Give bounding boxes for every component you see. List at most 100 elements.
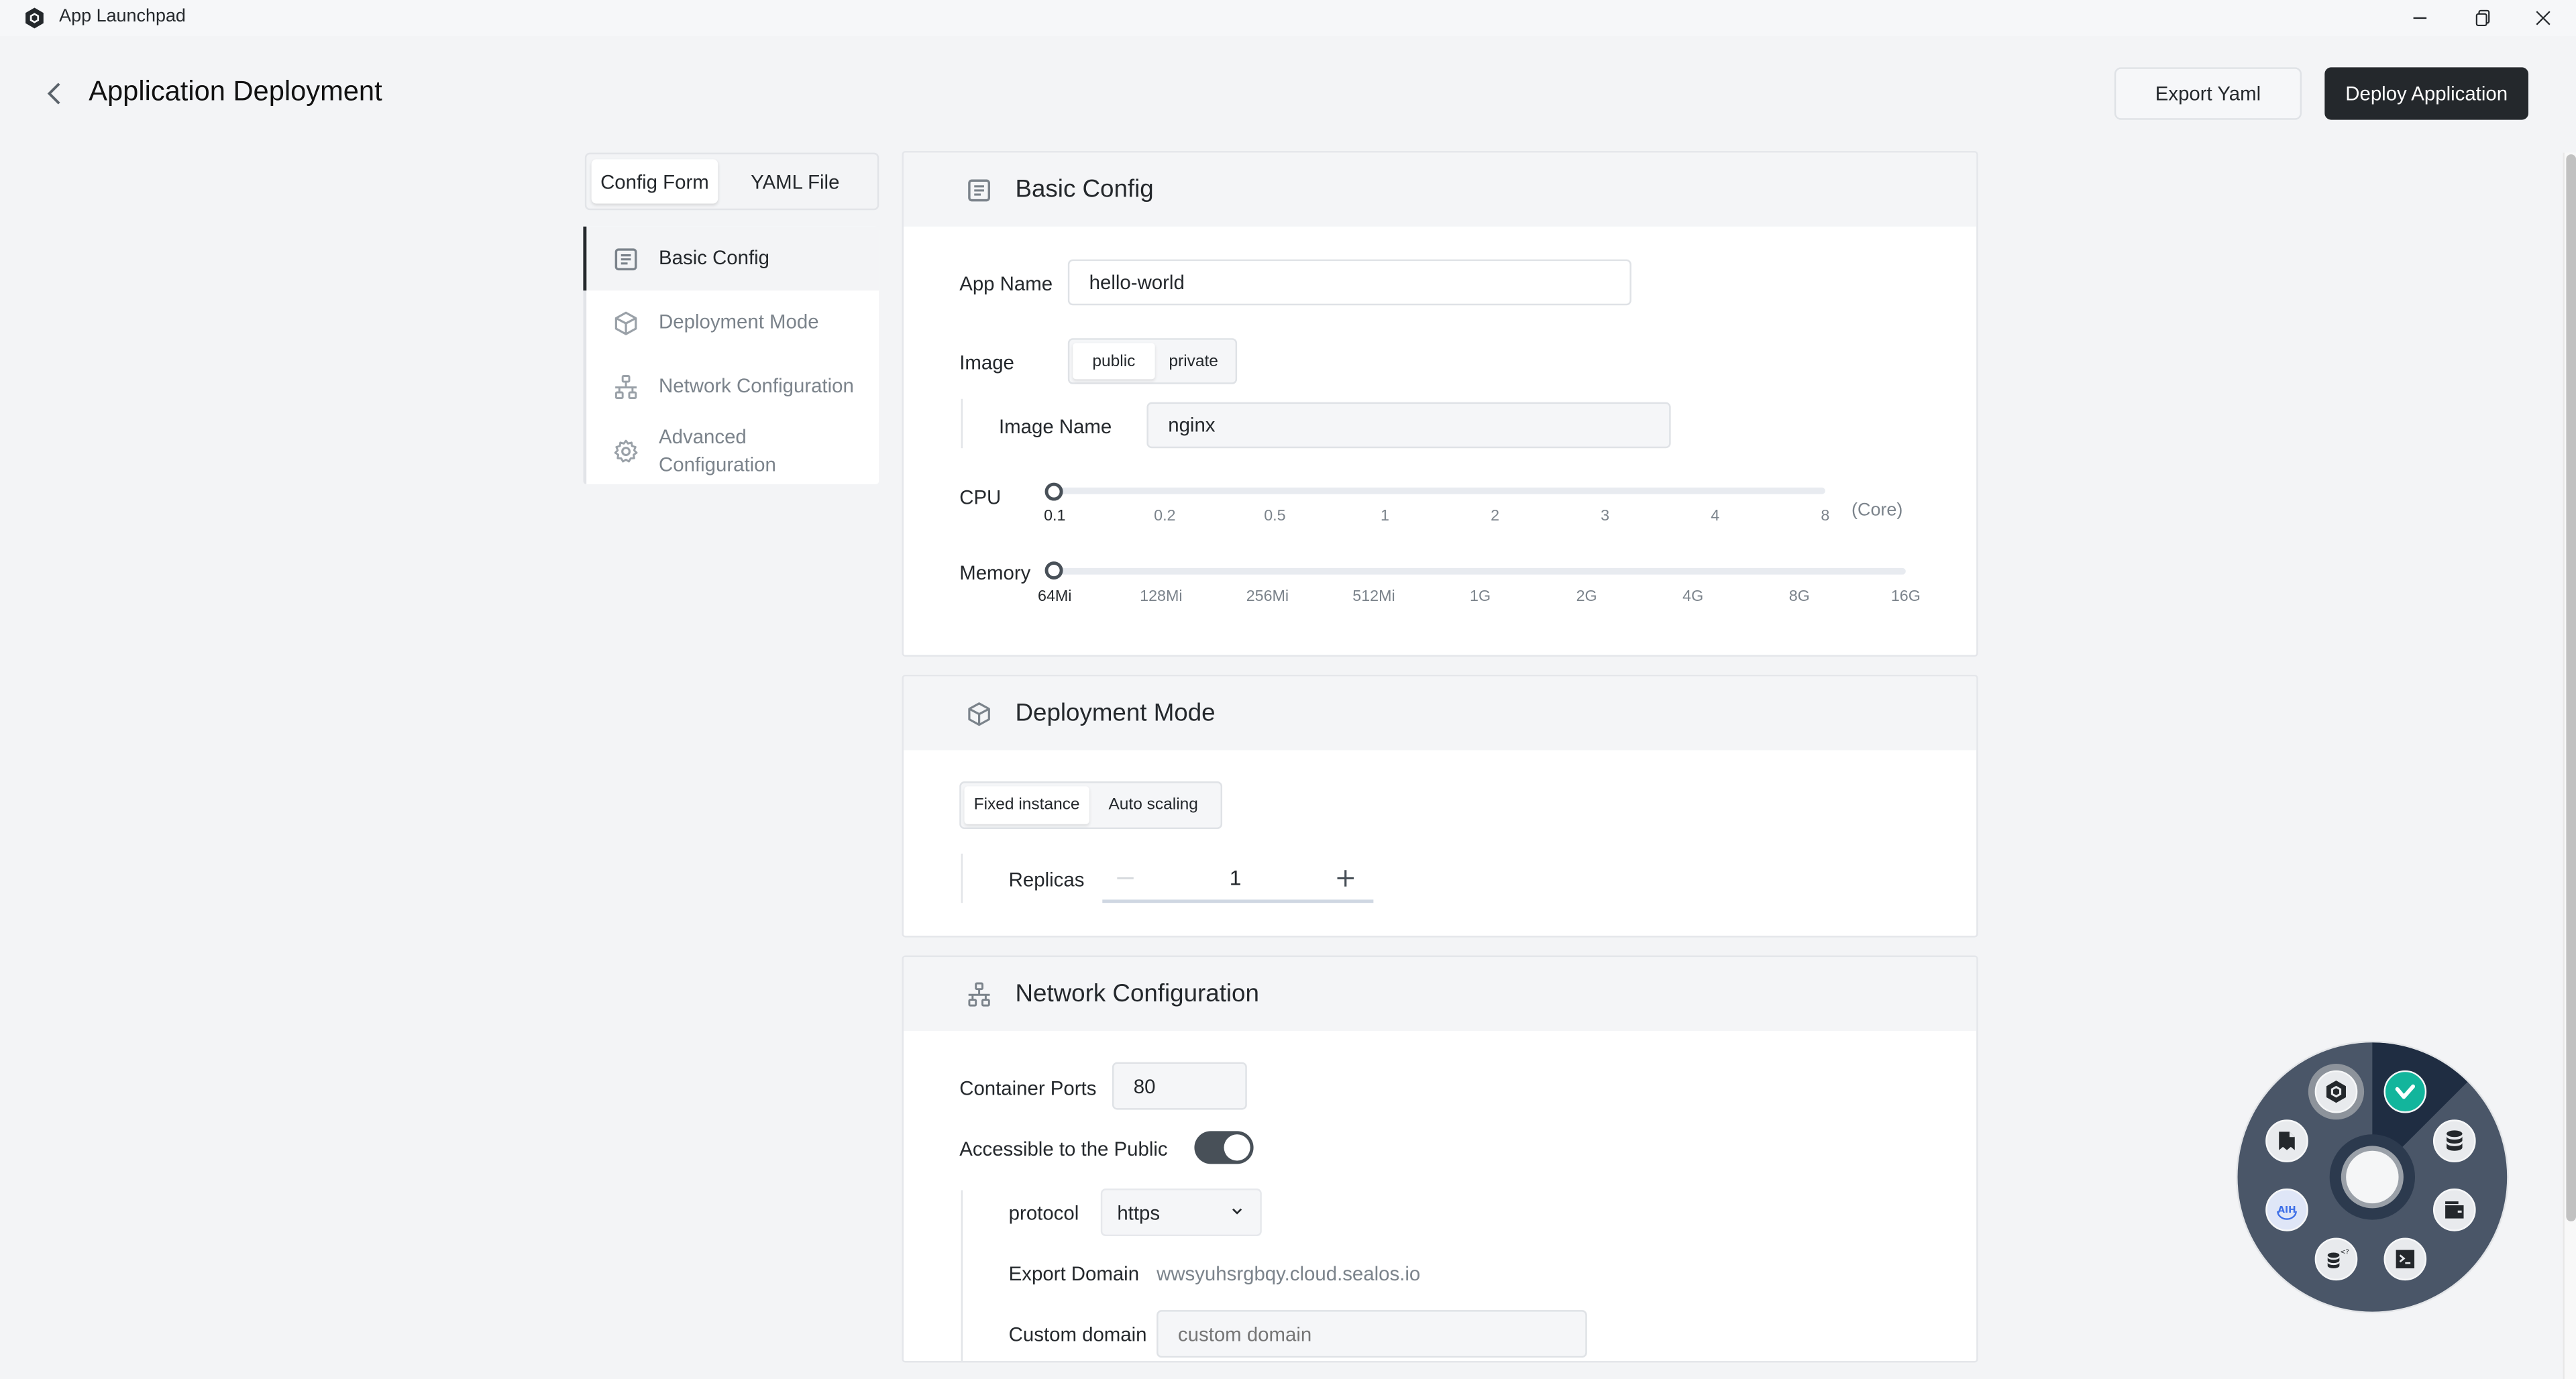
svg-text:<?: <? xyxy=(2340,1248,2349,1256)
replicas-input[interactable] xyxy=(1161,859,1309,895)
launcher-app-db-query[interactable]: <? xyxy=(2314,1237,2358,1281)
app-launchpad-logo-icon xyxy=(25,7,44,29)
increment-button[interactable] xyxy=(1326,859,1365,898)
container-ports-label: Container Ports xyxy=(959,1077,1097,1100)
page-title: Application Deployment xyxy=(89,75,382,107)
deploy-application-button[interactable]: Deploy Application xyxy=(2324,67,2529,120)
replicas-label: Replicas xyxy=(1008,868,1085,892)
app-name-input[interactable]: hello-world xyxy=(1067,259,1631,306)
nav-item-deployment-mode[interactable]: Deployment Mode xyxy=(586,290,879,354)
auto-scaling-option[interactable]: Auto scaling xyxy=(1089,786,1218,824)
nav-item-advanced-configuration[interactable]: Advanced Configuration xyxy=(586,419,879,484)
memory-tick[interactable]: 1G xyxy=(1470,588,1491,606)
hexagon-gem-icon xyxy=(2326,1081,2346,1103)
memory-tick[interactable]: 256Mi xyxy=(1246,588,1289,606)
section-title: Network Configuration xyxy=(1015,980,1259,1008)
wallet-icon xyxy=(2445,1201,2464,1219)
custom-domain-input[interactable] xyxy=(1157,1310,1587,1358)
indent-line xyxy=(961,398,963,449)
cpu-unit: (Core) xyxy=(1851,500,1903,520)
memory-tick[interactable]: 2G xyxy=(1576,588,1597,606)
database-code-icon: <? xyxy=(2327,1248,2349,1269)
tab-config-form[interactable]: Config Form xyxy=(591,159,718,204)
cpu-tick[interactable]: 0.1 xyxy=(1044,507,1065,525)
document-icon xyxy=(614,247,637,270)
memory-tick[interactable]: 128Mi xyxy=(1140,588,1182,606)
export-yaml-button[interactable]: Export Yaml xyxy=(2114,67,2302,120)
decrement-button[interactable] xyxy=(1106,859,1145,898)
restore-button[interactable] xyxy=(2453,3,2512,33)
launcher-app-wallet[interactable] xyxy=(2432,1189,2476,1231)
memory-slider-track[interactable] xyxy=(1048,567,1906,575)
cpu-tick[interactable]: 1 xyxy=(1381,507,1389,525)
container-ports-input[interactable]: 80 xyxy=(1112,1062,1247,1110)
nav-label: Network Configuration xyxy=(659,374,854,398)
memory-label: Memory xyxy=(959,561,1031,585)
network-icon xyxy=(968,981,990,1006)
back-button[interactable] xyxy=(40,77,69,110)
export-domain-label: Export Domain xyxy=(1008,1262,1140,1286)
chevron-left-icon xyxy=(47,82,60,105)
close-button[interactable] xyxy=(2514,3,2573,33)
container-ports-value: 80 xyxy=(1133,1074,1156,1098)
cpu-slider-thumb[interactable] xyxy=(1044,482,1063,501)
image-public-option[interactable]: public xyxy=(1073,343,1155,380)
memory-tick[interactable]: 64Mi xyxy=(1038,588,1071,606)
launcher-app-docs[interactable] xyxy=(2265,1119,2308,1162)
nav-item-basic-config[interactable]: Basic Config xyxy=(583,226,879,291)
memory-tick[interactable]: 16G xyxy=(1891,588,1921,606)
cpu-tick[interactable]: 2 xyxy=(1491,507,1499,525)
form-mode-tabs: Config Form YAML File xyxy=(584,152,879,211)
replicas-stepper xyxy=(1102,852,1374,903)
app-name-value: hello-world xyxy=(1089,270,1185,294)
memory-slider-thumb[interactable] xyxy=(1044,561,1063,580)
window-title: App Launchpad xyxy=(59,6,186,27)
minimize-button[interactable] xyxy=(2390,3,2449,33)
memory-tick[interactable]: 4G xyxy=(1682,588,1703,606)
section-title: Basic Config xyxy=(1015,175,1154,204)
page-scrollbar[interactable] xyxy=(2563,152,2576,1379)
cpu-tick[interactable]: 0.5 xyxy=(1264,507,1285,525)
image-type-toggle: public private xyxy=(1067,338,1238,384)
launcher-app-launchpad[interactable] xyxy=(2314,1070,2358,1113)
launcher-app-terminal[interactable] xyxy=(2383,1237,2427,1281)
indent-line xyxy=(961,1190,963,1362)
cpu-tick[interactable]: 8 xyxy=(1821,507,1829,525)
launcher-app-teal[interactable] xyxy=(2383,1070,2427,1113)
scrollbar-thumb[interactable] xyxy=(2566,154,2576,1222)
public-access-label: Accessible to the Public xyxy=(959,1138,1168,1161)
cpu-label: CPU xyxy=(959,486,1002,509)
basic-config-card: Basic Config App Name hello-world Image … xyxy=(902,151,1978,657)
protocol-label: protocol xyxy=(1008,1201,1079,1225)
nav-label: Deployment Mode xyxy=(659,310,819,333)
floating-app-launcher: <? AIH xyxy=(2237,1042,2508,1312)
cpu-tick[interactable]: 4 xyxy=(1711,507,1719,525)
image-name-input[interactable]: nginx xyxy=(1146,402,1671,449)
database-icon xyxy=(2447,1130,2463,1151)
svg-text:AIH: AIH xyxy=(2277,1205,2296,1215)
network-icon xyxy=(614,374,637,398)
nav-item-network-configuration[interactable]: Network Configuration xyxy=(586,355,879,419)
tab-yaml-file[interactable]: YAML File xyxy=(718,159,872,203)
launcher-home-button[interactable] xyxy=(2346,1150,2399,1204)
section-nav: Basic Config Deployment Mode Network Con… xyxy=(583,226,879,485)
cpu-slider-track[interactable] xyxy=(1048,487,1825,494)
protocol-value: https xyxy=(1117,1201,1161,1224)
minus-icon xyxy=(1117,877,1134,880)
custom-domain-label: Custom domain xyxy=(1008,1323,1147,1347)
plus-icon xyxy=(1337,870,1354,887)
section-title: Deployment Mode xyxy=(1015,699,1216,728)
public-access-toggle[interactable] xyxy=(1194,1131,1254,1164)
nav-label: Basic Config xyxy=(659,246,770,270)
launcher-app-database[interactable] xyxy=(2432,1119,2476,1162)
launcher-app-aiha[interactable]: AIH xyxy=(2265,1189,2308,1231)
fixed-instance-option[interactable]: Fixed instance xyxy=(964,786,1089,824)
cpu-tick[interactable]: 0.2 xyxy=(1154,507,1175,525)
memory-tick[interactable]: 512Mi xyxy=(1352,588,1395,606)
cpu-tick[interactable]: 3 xyxy=(1601,507,1609,525)
protocol-select[interactable]: https xyxy=(1100,1189,1262,1237)
restore-icon xyxy=(2475,9,2490,27)
teal-v-icon xyxy=(2395,1084,2416,1099)
memory-tick[interactable]: 8G xyxy=(1789,588,1810,606)
image-private-option[interactable]: private xyxy=(1155,343,1232,380)
